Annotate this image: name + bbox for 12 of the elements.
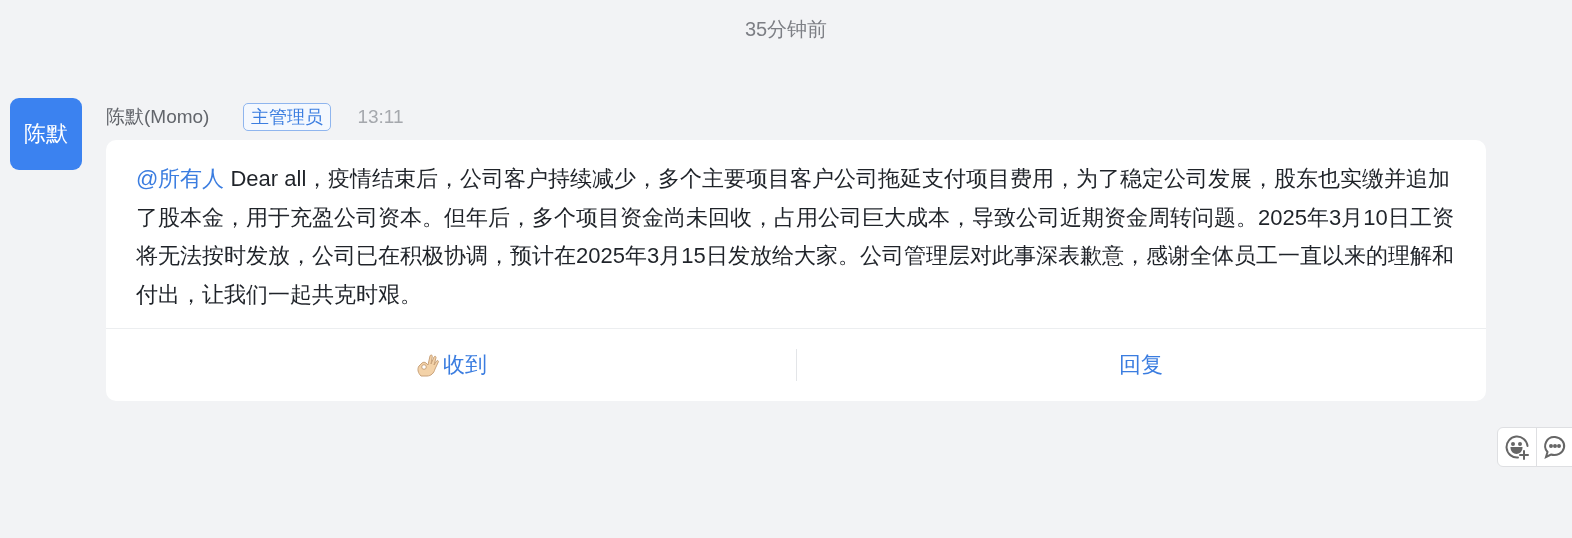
ok-hand-icon [414,352,441,378]
message-time: 13:11 [357,106,404,128]
comment-icon [1542,434,1568,460]
smiley-plus-icon [1504,434,1530,460]
reply-button[interactable]: 回复 [1119,350,1164,380]
mention-link[interactable]: @所有人 [136,166,225,191]
sender-name: 陈默(Momo) [106,105,210,129]
message-text: @所有人 Dear all，疫情结束后，公司客户持续减少，多个主要项目客户公司拖延支付项目费用，为了稳定公司发展，股东也实缴并追加了股本金，用于充盈公司资本。但年后，多个项目资金尚未回收，占用公司巨大成本，导致公司近期资金周转问题。2025年3月10日工资将无法按时发放，公司已在积极协调，预计在2025年3月15日发放给大家。公司管理层对此事深表歉意，感谢全体员工一直以来的理解和付出，让我们一起共克时艰。 [135,165,1455,309]
timestamp-divider: 35分钟前 [744,18,828,40]
role-badge: 主管理员 [243,103,332,131]
acknowledge-button[interactable]: 收到 [414,350,487,380]
avatar[interactable]: 陈默 [10,98,82,170]
